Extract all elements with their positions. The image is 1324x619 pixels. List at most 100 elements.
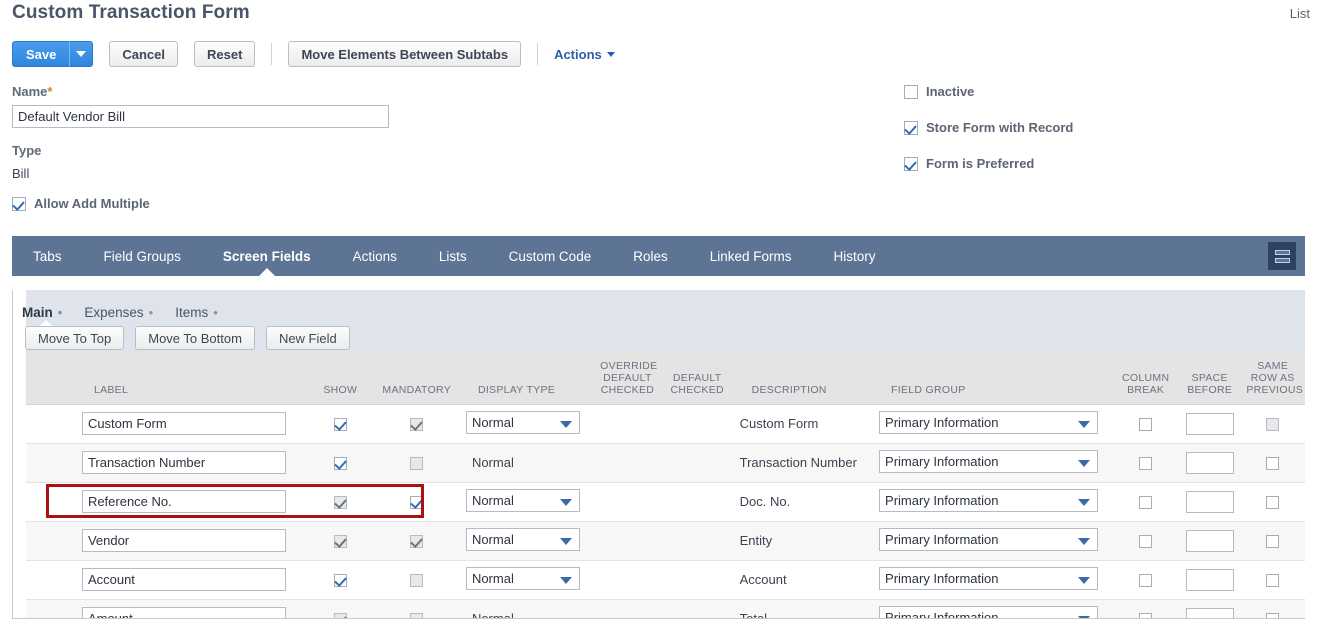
label-input[interactable]: [81, 490, 286, 513]
save-dropdown-button[interactable]: [69, 41, 94, 67]
show-checkbox[interactable]: [333, 457, 347, 471]
type-value: Bill: [12, 166, 30, 181]
display-type-value: Normal: [466, 611, 514, 618]
field-group-select[interactable]: Primary Information: [879, 605, 1099, 618]
subtab-items[interactable]: Items •: [175, 305, 234, 320]
tab-custom-code[interactable]: Custom Code: [488, 236, 613, 276]
cell-label: [75, 599, 307, 618]
cell-display-type: Normal: [459, 560, 595, 600]
field-group-select[interactable]: Primary Information: [879, 488, 1099, 512]
hamburger-menu-icon[interactable]: [1268, 242, 1296, 270]
display-type-select[interactable]: Normal: [465, 527, 580, 551]
store-form-with-record-row[interactable]: Store Form with Record: [904, 120, 1073, 135]
cell-show: [306, 521, 374, 561]
same-row-as-previous-checkbox[interactable]: [1266, 496, 1280, 510]
column-break-checkbox[interactable]: [1139, 535, 1153, 549]
tab-linked-forms[interactable]: Linked Forms: [689, 236, 813, 276]
cell-show: [306, 482, 374, 522]
column-break-checkbox[interactable]: [1139, 496, 1153, 510]
space-before-input[interactable]: [1185, 451, 1234, 474]
cancel-button[interactable]: Cancel: [109, 41, 179, 67]
same-row-as-previous-checkbox[interactable]: [1266, 613, 1280, 618]
subtab-main[interactable]: Main •: [22, 305, 78, 327]
store-form-with-record-checkbox[interactable]: [904, 120, 918, 135]
label-input[interactable]: [81, 412, 286, 435]
cell-space-before: [1178, 443, 1241, 483]
move-to-top-button[interactable]: Move To Top: [25, 326, 125, 350]
table-header-row: LABEL SHOW MANDATORY DISPLAY TYPE OVERRI…: [26, 352, 1305, 405]
inactive-checkbox[interactable]: [904, 84, 918, 99]
allow-add-multiple-checkbox[interactable]: [12, 196, 26, 211]
cell-field-group: Primary Information: [873, 560, 1113, 600]
tab-screen-fields[interactable]: Screen Fields: [202, 236, 332, 276]
label-input[interactable]: [81, 451, 286, 474]
subtab-buttons: Move To Top Move To Bottom New Field: [25, 326, 350, 350]
cell-description: Custom Form: [733, 404, 874, 444]
field-group-select[interactable]: Primary Information: [879, 449, 1099, 473]
label-input[interactable]: [81, 607, 286, 618]
label-input[interactable]: [81, 529, 286, 552]
column-break-checkbox[interactable]: [1139, 457, 1153, 471]
field-group-select[interactable]: Primary Information: [879, 566, 1099, 590]
display-type-value: Normal: [471, 455, 514, 470]
cell-display-type: Normal: [459, 482, 595, 522]
row-handle[interactable]: [26, 521, 76, 561]
form-is-preferred-checkbox[interactable]: [904, 156, 918, 171]
row-handle[interactable]: [26, 560, 76, 600]
column-break-checkbox[interactable]: [1139, 613, 1153, 618]
inactive-row[interactable]: Inactive: [904, 84, 974, 99]
space-before-input[interactable]: [1185, 607, 1234, 618]
row-handle[interactable]: [26, 443, 76, 483]
row-handle[interactable]: [26, 599, 76, 618]
row-handle[interactable]: [26, 482, 76, 522]
space-before-input[interactable]: [1185, 568, 1234, 591]
cell-same-row-as-previous: [1240, 443, 1305, 483]
table-body: NormalCustom FormPrimary InformationNorm…: [26, 404, 1305, 618]
mandatory-checkbox[interactable]: [410, 496, 424, 510]
tab-field-groups[interactable]: Field Groups: [83, 236, 202, 276]
tab-history[interactable]: History: [813, 236, 897, 276]
page-title: Custom Transaction Form: [12, 2, 250, 23]
move-to-bottom-button[interactable]: Move To Bottom: [135, 326, 255, 350]
actions-menu[interactable]: Actions: [554, 47, 615, 62]
cell-display-type: Normal: [459, 521, 595, 561]
move-elements-between-subtabs-button[interactable]: Move Elements Between Subtabs: [288, 41, 522, 67]
cell-column-break: [1112, 443, 1179, 483]
column-break-checkbox[interactable]: [1139, 574, 1153, 588]
label-input[interactable]: [81, 568, 286, 591]
column-break-checkbox[interactable]: [1139, 418, 1153, 432]
tab-tabs[interactable]: Tabs: [12, 236, 83, 276]
allow-add-multiple-row[interactable]: Allow Add Multiple: [12, 196, 150, 211]
same-row-as-previous-checkbox[interactable]: [1266, 535, 1280, 549]
space-before-input[interactable]: [1185, 412, 1234, 435]
tab-actions[interactable]: Actions: [332, 236, 418, 276]
cell-same-row-as-previous: [1240, 482, 1305, 522]
field-group-select[interactable]: Primary Information: [879, 410, 1099, 434]
display-type-select[interactable]: Normal: [465, 410, 580, 434]
row-handle[interactable]: [26, 404, 76, 444]
name-input[interactable]: [12, 105, 389, 128]
reset-button[interactable]: Reset: [194, 41, 256, 67]
space-before-input[interactable]: [1185, 529, 1234, 552]
display-type-select[interactable]: Normal: [465, 488, 580, 512]
space-before-input[interactable]: [1185, 490, 1234, 513]
same-row-as-previous-checkbox[interactable]: [1266, 574, 1280, 588]
show-checkbox[interactable]: [333, 418, 347, 432]
form-is-preferred-row[interactable]: Form is Preferred: [904, 156, 1034, 171]
tab-roles[interactable]: Roles: [612, 236, 689, 276]
subtab-expenses[interactable]: Expenses •: [84, 305, 169, 320]
col-display-type: DISPLAY TYPE: [459, 352, 595, 405]
save-button[interactable]: Save: [12, 41, 70, 67]
table-row: Normal Custom FormPrimary Information: [26, 404, 1305, 444]
display-type-select[interactable]: Normal: [465, 566, 580, 590]
cell-label: [75, 560, 307, 600]
cell-space-before: [1178, 482, 1241, 522]
same-row-as-previous-checkbox[interactable]: [1266, 457, 1280, 471]
list-link[interactable]: List: [1290, 6, 1310, 21]
new-field-button[interactable]: New Field: [265, 326, 350, 350]
col-label: LABEL: [75, 352, 307, 405]
field-group-select[interactable]: Primary Information: [879, 527, 1099, 551]
tab-lists[interactable]: Lists: [418, 236, 488, 276]
cell-same-row-as-previous: [1240, 560, 1305, 600]
show-checkbox[interactable]: [333, 574, 347, 588]
